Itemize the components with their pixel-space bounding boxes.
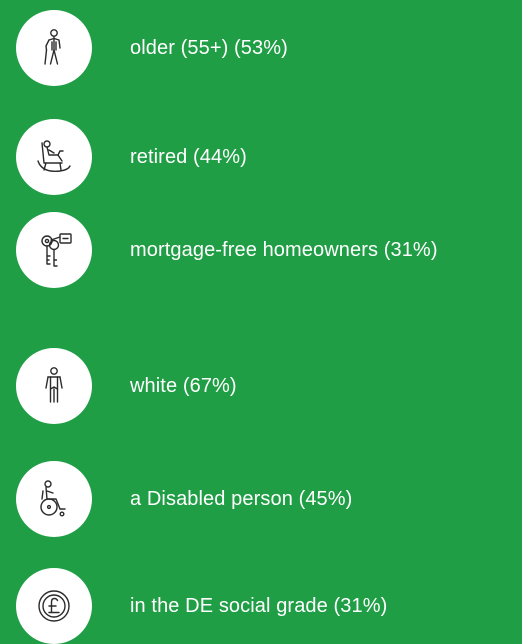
stat-row-white: white (67%) — [16, 348, 237, 424]
pound-coin-icon — [16, 568, 92, 644]
house-keys-icon — [16, 212, 92, 288]
stat-label: retired (44%) — [130, 145, 247, 168]
stat-row-disabled: a Disabled person (45%) — [16, 461, 352, 537]
older-person-with-cane-icon — [16, 10, 92, 86]
stat-row-homeowners: mortgage-free homeowners (31%) — [16, 212, 438, 288]
wheelchair-user-icon — [16, 461, 92, 537]
demographic-stat-list: older (55+) (53%) retired (44%) mortgage… — [0, 0, 522, 644]
stat-row-retired: retired (44%) — [16, 119, 247, 195]
stat-label: mortgage-free homeowners (31%) — [130, 238, 438, 261]
stat-label: in the DE social grade (31%) — [130, 594, 388, 617]
stat-label: a Disabled person (45%) — [130, 487, 353, 510]
stat-label: white (67%) — [130, 374, 237, 397]
person-in-rocking-chair-icon — [16, 119, 92, 195]
stat-label: older (55+) (53%) — [130, 36, 288, 59]
stat-row-de-grade: in the DE social grade (31%) — [16, 568, 387, 644]
stat-row-older: older (55+) (53%) — [16, 10, 288, 86]
standing-person-icon — [16, 348, 92, 424]
